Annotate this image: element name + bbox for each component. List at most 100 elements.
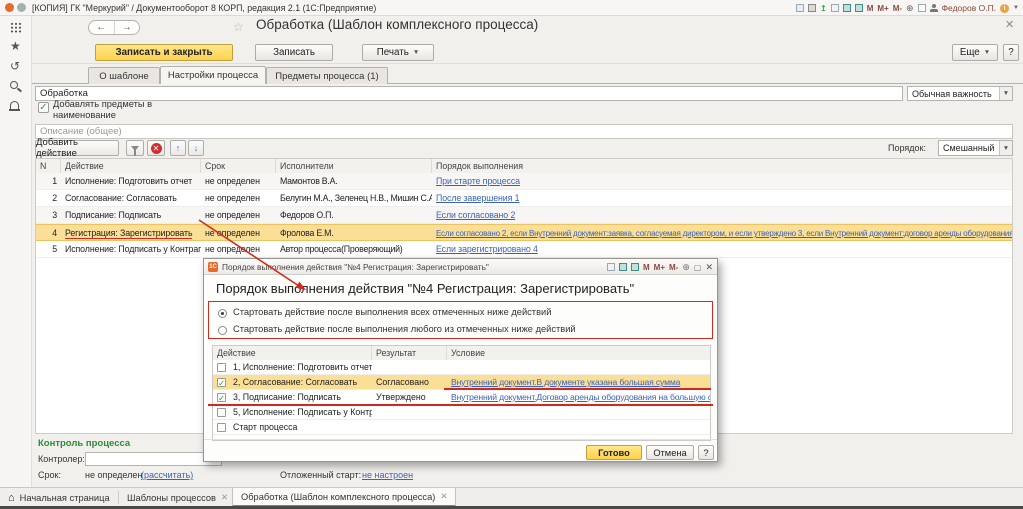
menu-grid-icon[interactable] (10, 22, 22, 33)
favorite-star-icon[interactable]: ☆ (233, 20, 244, 34)
table-row[interactable]: 3 Подписание: Подписать не определен Фед… (36, 207, 1012, 224)
tab-process-subjects[interactable]: Предметы процесса (1) (266, 67, 388, 84)
calculator-icon[interactable] (631, 263, 639, 271)
order-link[interactable]: Если согласовано 2, если Внутренний доку… (436, 229, 1012, 238)
importance-select[interactable]: Обычная важность ▼ (907, 86, 1013, 101)
preview-icon[interactable] (831, 4, 839, 12)
column-header-order[interactable]: Порядок выполнения (432, 159, 1012, 173)
order-link[interactable]: При старте процесса (436, 176, 520, 186)
column-header-n[interactable]: N (36, 159, 61, 173)
column-header-result[interactable]: Результат (372, 346, 447, 360)
save-close-button[interactable]: Записать и закрыть (95, 44, 233, 61)
current-user[interactable]: Федоров О.П. (942, 3, 996, 13)
save-icon[interactable] (796, 4, 804, 12)
taskbar-tab-templates[interactable]: Шаблоны процессов ✕ (119, 488, 236, 507)
print-icon[interactable] (808, 4, 816, 12)
save-button[interactable]: Записать (255, 44, 333, 61)
forward-button[interactable]: → (114, 21, 140, 34)
column-header-term[interactable]: Срок (201, 159, 276, 173)
row-checkbox[interactable] (217, 378, 226, 387)
stop-icon[interactable]: ✕ (147, 140, 165, 156)
search-icon[interactable] (10, 81, 18, 89)
memory-mminus-button[interactable]: М- (669, 263, 678, 272)
back-button[interactable]: ← (89, 21, 114, 34)
split-view-icon[interactable] (918, 4, 926, 12)
condition-link[interactable]: Внутренний документ.Договор аренды обору… (451, 392, 710, 402)
tab-process-settings[interactable]: Настройки процесса (160, 66, 266, 84)
close-tab-icon[interactable]: ✕ (440, 491, 447, 502)
dialog-help-button[interactable]: ? (698, 445, 714, 460)
close-icon[interactable]: ✕ (1005, 18, 1014, 31)
table-row[interactable]: 1 Исполнение: Подготовить отчет не опред… (36, 173, 1012, 190)
dialog-titlebar[interactable]: 1С Порядок выполнения действия "№4 Регис… (204, 259, 717, 275)
history-icon[interactable]: ↺ (10, 60, 20, 72)
chevron-down-icon[interactable]: ▼ (1013, 5, 1019, 11)
left-sidebar: ★ ↺ (0, 16, 32, 487)
close-tab-icon[interactable]: ✕ (221, 492, 228, 503)
column-header-action[interactable]: Действие (213, 346, 372, 360)
table-row[interactable]: 3, Подписание: Подписать Утверждено Внут… (213, 390, 710, 405)
memory-mplus-button[interactable]: М+ (877, 4, 888, 13)
action-cell: Старт процесса (229, 420, 372, 434)
action-cell: Подписание: Подписать (61, 207, 201, 223)
table-row[interactable]: Старт процесса (213, 420, 710, 435)
memory-m-button[interactable]: М (867, 4, 874, 13)
filter-icon[interactable] (126, 140, 144, 156)
controller-input[interactable] (85, 452, 222, 466)
maximize-icon[interactable]: ▢ (694, 263, 702, 272)
help-button[interactable]: ? (1003, 44, 1019, 61)
favorites-star-icon[interactable]: ★ (10, 40, 21, 52)
order-cell: Если зарегистрировано 4 (432, 241, 1012, 257)
annotation-box (208, 301, 713, 339)
description-input[interactable] (35, 124, 1013, 139)
calendar-icon[interactable] (843, 4, 851, 12)
table-row[interactable]: 2 Согласование: Согласовать не определен… (36, 190, 1012, 207)
row-checkbox[interactable] (217, 363, 226, 372)
term-cell: не определен (201, 190, 276, 206)
calendar-icon[interactable] (619, 263, 627, 271)
zoom-icon[interactable]: ⊕ (682, 262, 690, 273)
order-link[interactable]: Если зарегистрировано 4 (436, 244, 538, 254)
import-icon[interactable]: ↥ (820, 4, 827, 13)
order-cell: Если согласовано 2, если Внутренний доку… (432, 225, 1012, 240)
done-button[interactable]: Готово (586, 445, 642, 460)
move-up-button[interactable]: ↑ (170, 140, 186, 156)
deferred-start-link[interactable]: не настроен (362, 470, 413, 480)
notifications-bell-icon[interactable] (10, 101, 19, 109)
order-link[interactable]: Если согласовано 2 (436, 210, 515, 220)
table-row[interactable]: 1, Исполнение: Подготовить отчет (213, 360, 710, 375)
cancel-button[interactable]: Отмена (646, 445, 694, 460)
order-select[interactable]: Смешанный ▼ (938, 140, 1013, 156)
calculator-icon[interactable] (855, 4, 863, 12)
add-action-button[interactable]: Добавить действие (35, 140, 119, 156)
more-button[interactable]: Еще▼ (952, 44, 998, 61)
tab-about-template[interactable]: О шаблоне (88, 67, 160, 84)
condition-link[interactable]: Внутренний документ.В документе указана … (451, 377, 680, 387)
row-checkbox[interactable] (217, 408, 226, 417)
taskbar-tab-home[interactable]: ⌂ Начальная страница (0, 488, 118, 507)
info-icon[interactable]: i (1000, 4, 1009, 13)
column-header-action[interactable]: Действие (61, 159, 201, 173)
row-checkbox[interactable] (217, 393, 226, 402)
row-checkbox[interactable] (217, 423, 226, 432)
print-button[interactable]: Печать▼ (362, 44, 434, 61)
move-down-button[interactable]: ↓ (188, 140, 204, 156)
memory-mplus-button[interactable]: М+ (654, 263, 665, 272)
add-subjects-checkbox[interactable] (38, 102, 49, 113)
chevron-down-icon[interactable]: ▼ (999, 141, 1012, 155)
table-row-selected[interactable]: 4 Регистрация: Зарегистрировать не опред… (36, 224, 1012, 241)
zoom-icon[interactable]: ⊕ (906, 3, 914, 14)
taskbar-tab-processing[interactable]: Обработка (Шаблон комплексного процесса)… (232, 488, 456, 507)
order-link[interactable]: После завершения 1 (436, 193, 519, 203)
term-cell: не определен (201, 225, 276, 240)
table-row[interactable]: 5 Исполнение: Подписать у Контрагента не… (36, 241, 1012, 258)
memory-m-button[interactable]: М (643, 263, 650, 272)
chevron-down-icon[interactable]: ▼ (999, 87, 1012, 100)
table-row[interactable]: 5, Исполнение: Подписать у Контрагента (213, 405, 710, 420)
column-header-performers[interactable]: Исполнители (276, 159, 432, 173)
memory-mminus-button[interactable]: М- (893, 4, 902, 13)
term-calculate-link[interactable]: (рассчитать) (141, 470, 193, 480)
column-header-condition[interactable]: Условие (447, 346, 710, 360)
preview-icon[interactable] (607, 263, 615, 271)
close-icon[interactable]: ✕ (705, 262, 713, 273)
